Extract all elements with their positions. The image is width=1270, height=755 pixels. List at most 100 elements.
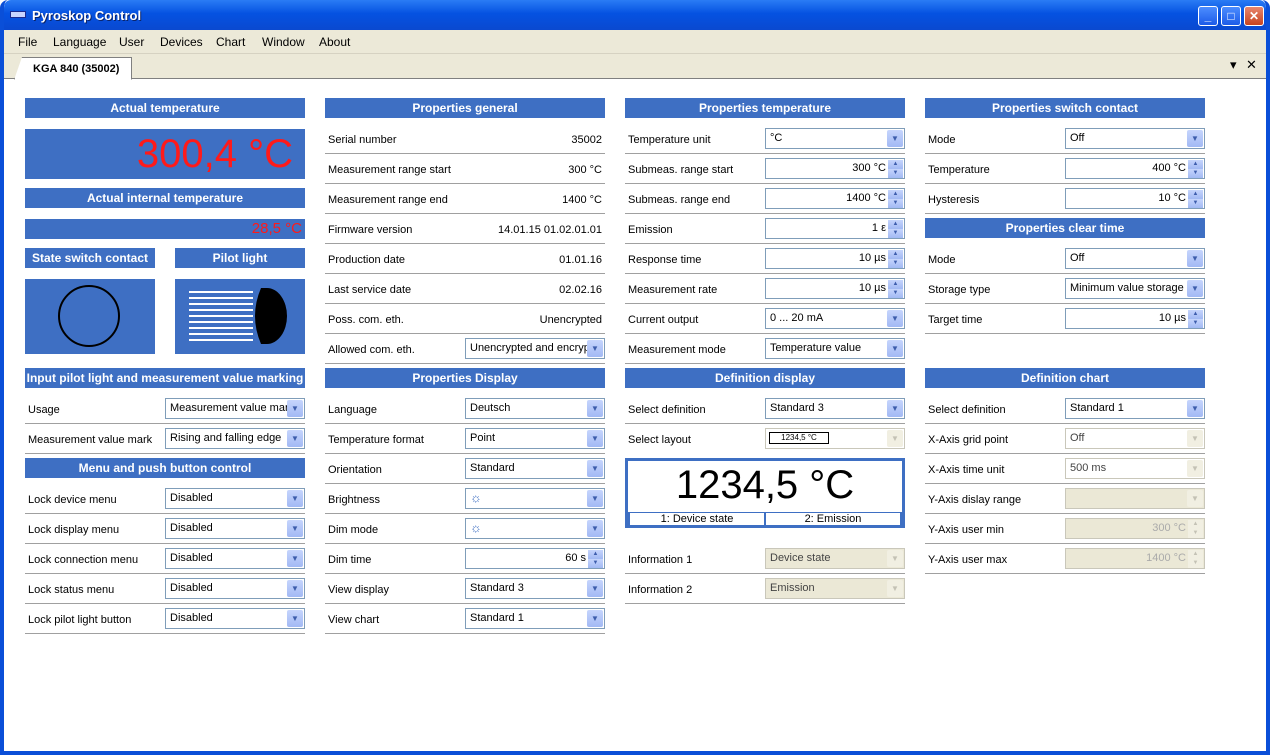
title-bar[interactable]: Pyroskop Control _ □ ✕ (4, 0, 1266, 30)
spin-up-icon[interactable]: ▲ (1188, 160, 1203, 169)
spin-down-icon[interactable]: ▼ (588, 559, 603, 568)
information1-select[interactable]: Device state ▼ (765, 548, 905, 569)
measurement-value-mark-label: Measurement value mark (28, 434, 153, 446)
switch-mode-select[interactable]: Off ▼ (1065, 128, 1205, 149)
tab-list-icon[interactable]: ▾ (1230, 57, 1237, 73)
lock-device-value: Disabled (170, 492, 213, 504)
spin-down-icon[interactable]: ▼ (1188, 529, 1203, 538)
spin-down-icon[interactable]: ▼ (1188, 559, 1203, 568)
spin-down-icon[interactable]: ▼ (888, 199, 903, 208)
storage-type-value: Minimum value storage (1070, 282, 1184, 294)
brightness-select[interactable]: ☼ ▼ (465, 488, 605, 509)
response-time-spinner[interactable]: 10 µs ▲ ▼ (765, 248, 905, 269)
xaxis-grid-select[interactable]: Off ▼ (1065, 428, 1205, 449)
orientation-select[interactable]: Standard ▼ (465, 458, 605, 479)
view-display-select[interactable]: Standard 3 ▼ (465, 578, 605, 599)
lock-status-value: Disabled (170, 582, 213, 594)
tab-close-icon[interactable]: ✕ (1246, 57, 1257, 73)
chevron-down-icon: ▼ (587, 580, 603, 597)
allowed-com-value: Unencrypted and encrypted (470, 342, 588, 354)
view-chart-select[interactable]: Standard 1 ▼ (465, 608, 605, 629)
spin-down-icon[interactable]: ▼ (1188, 199, 1203, 208)
spin-up-icon[interactable]: ▲ (888, 160, 903, 169)
lock-device-select[interactable]: Disabled ▼ (165, 488, 305, 509)
spin-down-icon[interactable]: ▼ (888, 259, 903, 268)
spin-up-icon[interactable]: ▲ (888, 220, 903, 229)
current-output-select[interactable]: 0 ... 20 mA ▼ (765, 308, 905, 329)
submeas-start-spinner[interactable]: 300 °C ▲ ▼ (765, 158, 905, 179)
xaxis-time-unit-row: X-Axis time unit 500 ms ▼ (925, 454, 1205, 484)
yaxis-range-select[interactable]: ▼ (1065, 488, 1205, 509)
spin-up-icon[interactable]: ▲ (1188, 520, 1203, 529)
target-time-spinner[interactable]: 10 µs ▲ ▼ (1065, 308, 1205, 329)
dim-mode-select[interactable]: ☼ ▼ (465, 518, 605, 539)
storage-type-select[interactable]: Minimum value storage ▼ (1065, 278, 1205, 299)
menu-user[interactable]: User (119, 35, 144, 49)
lock-display-select[interactable]: Disabled ▼ (165, 518, 305, 539)
menu-window[interactable]: Window (262, 35, 305, 49)
allowed-com-select[interactable]: Unencrypted and encrypted▼ (465, 338, 605, 359)
menu-language[interactable]: Language (53, 35, 106, 49)
spin-down-icon[interactable]: ▼ (888, 289, 903, 298)
lock-device-row: Lock device menu Disabled ▼ (25, 484, 305, 514)
orientation-row: Orientation Standard ▼ (325, 454, 605, 484)
lock-pilot-select[interactable]: Disabled ▼ (165, 608, 305, 629)
range-end-row: Measurement range end 1400 °C (325, 184, 605, 214)
usage-select[interactable]: Measurement value marking▼ (165, 398, 305, 419)
yaxis-min-spinner[interactable]: 300 °C ▲ ▼ (1065, 518, 1205, 539)
brightness-label: Brightness (328, 494, 380, 506)
clear-mode-value: Off (1070, 252, 1085, 264)
actual-temperature-header: Actual temperature (25, 98, 305, 118)
clear-mode-select[interactable]: Off ▼ (1065, 248, 1205, 269)
submeas-end-spinner[interactable]: 1400 °C ▲ ▼ (765, 188, 905, 209)
menu-chart[interactable]: Chart (216, 35, 245, 49)
spin-up-icon[interactable]: ▲ (1188, 550, 1203, 559)
language-select[interactable]: Deutsch ▼ (465, 398, 605, 419)
spin-down-icon[interactable]: ▼ (1188, 319, 1203, 328)
select-layout-select[interactable]: 1234,5 °C ▼ (765, 428, 905, 449)
minimize-button[interactable]: _ (1198, 6, 1218, 26)
spin-up-icon[interactable]: ▲ (888, 280, 903, 289)
view-display-value: Standard 3 (470, 582, 524, 594)
tab-device[interactable]: KGA 840 (35002) (14, 57, 133, 80)
chevron-down-icon: ▼ (287, 520, 303, 537)
dim-time-spinner[interactable]: 60 s ▲ ▼ (465, 548, 605, 569)
spin-up-icon[interactable]: ▲ (1188, 310, 1203, 319)
spin-down-icon[interactable]: ▼ (888, 229, 903, 238)
switch-temperature-spinner[interactable]: 400 °C ▲ ▼ (1065, 158, 1205, 179)
spin-up-icon[interactable]: ▲ (588, 550, 603, 559)
temperature-unit-select[interactable]: °C ▼ (765, 128, 905, 149)
chevron-down-icon: ▼ (587, 400, 603, 417)
temperature-format-select[interactable]: Point ▼ (465, 428, 605, 449)
yaxis-max-spinner[interactable]: 1400 °C ▲ ▼ (1065, 548, 1205, 569)
menu-devices[interactable]: Devices (160, 35, 203, 49)
maximize-button[interactable]: □ (1221, 6, 1241, 26)
spin-down-icon[interactable]: ▼ (1188, 169, 1203, 178)
hysteresis-spinner[interactable]: 10 °C ▲ ▼ (1065, 188, 1205, 209)
spin-up-icon[interactable]: ▲ (888, 190, 903, 199)
measurement-value-mark-select[interactable]: Rising and falling edge ▼ (165, 428, 305, 449)
lock-connection-select[interactable]: Disabled ▼ (165, 548, 305, 569)
chevron-down-icon: ▼ (587, 520, 603, 537)
chevron-down-icon: ▼ (887, 430, 903, 447)
chart-select-definition-select[interactable]: Standard 1 ▼ (1065, 398, 1205, 419)
lock-status-row: Lock status menu Disabled ▼ (25, 574, 305, 604)
range-start-label: Measurement range start (328, 164, 451, 176)
menu-file[interactable]: File (18, 35, 37, 49)
tab-bar: KGA 840 (35002) ▾ ✕ (4, 54, 1266, 80)
measurement-rate-spinner[interactable]: 10 µs ▲ ▼ (765, 278, 905, 299)
usage-label: Usage (28, 404, 60, 416)
spin-up-icon[interactable]: ▲ (1188, 190, 1203, 199)
emission-spinner[interactable]: 1 ε ▲ ▼ (765, 218, 905, 239)
lock-status-select[interactable]: Disabled ▼ (165, 578, 305, 599)
response-time-label: Response time (628, 254, 702, 266)
information2-select[interactable]: Emission ▼ (765, 578, 905, 599)
measurement-mode-select[interactable]: Temperature value ▼ (765, 338, 905, 359)
xaxis-time-unit-select[interactable]: 500 ms ▼ (1065, 458, 1205, 479)
close-window-button[interactable]: ✕ (1244, 6, 1264, 26)
spin-up-icon[interactable]: ▲ (888, 250, 903, 259)
emission-label: Emission (628, 224, 673, 236)
display-select-definition-select[interactable]: Standard 3 ▼ (765, 398, 905, 419)
menu-about[interactable]: About (319, 35, 350, 49)
spin-down-icon[interactable]: ▼ (888, 169, 903, 178)
